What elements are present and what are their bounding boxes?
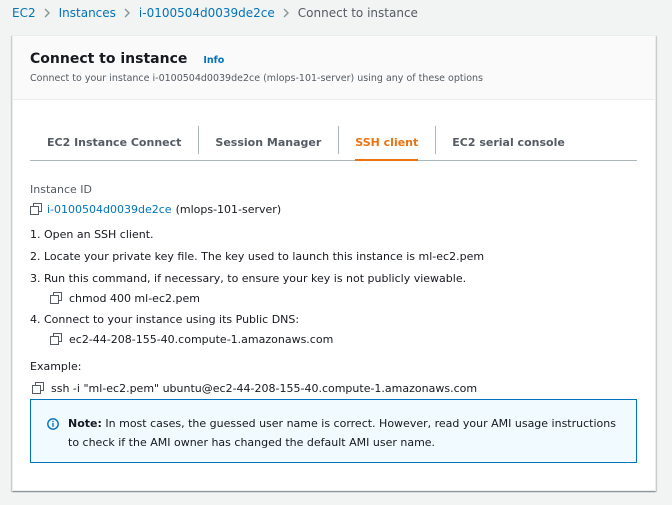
example-label: Example: xyxy=(30,360,82,373)
instance-id-row: i-0100504d0039de2ce (mlops-101-server) xyxy=(30,200,640,218)
tab-ec2-instance-connect[interactable]: EC2 Instance Connect xyxy=(30,124,198,160)
example-command: ssh -i "ml-ec2.pem" ubuntu@ec2-44-208-15… xyxy=(51,381,478,395)
chmod-command-row: chmod 400 ml-ec2.pem xyxy=(50,289,640,307)
connect-panel: Connect to instance Info Connect to your… xyxy=(12,35,656,491)
copy-icon[interactable] xyxy=(30,203,42,215)
copy-icon[interactable] xyxy=(50,333,62,345)
copy-icon[interactable] xyxy=(32,382,44,394)
page-subtitle: Connect to your instance i-0100504d0039d… xyxy=(30,73,484,84)
example-command-row: ssh -i "ml-ec2.pem" ubuntu@ec2-44-208-15… xyxy=(32,379,640,397)
note-text: Note: In most cases, the guessed user na… xyxy=(68,414,628,452)
step-3: 3. Run this command, if necessary, to en… xyxy=(30,272,467,285)
chevron-right-icon xyxy=(124,8,131,18)
tab-ssh-client[interactable]: SSH client xyxy=(338,124,435,161)
breadcrumb-link-instances[interactable]: Instances xyxy=(59,6,116,20)
step-2: 2. Locate your private key file. The key… xyxy=(30,250,485,263)
info-link[interactable]: Info xyxy=(203,55,224,66)
panel-header: Connect to instance Info Connect to your… xyxy=(13,36,655,100)
tab-ec2-serial-console[interactable]: EC2 serial console xyxy=(435,124,582,160)
instance-id-link[interactable]: i-0100504d0039de2ce xyxy=(47,203,172,216)
connection-tabs: EC2 Instance Connect Session Manager SSH… xyxy=(30,124,637,161)
breadcrumb-link-ec2[interactable]: EC2 xyxy=(12,6,36,20)
breadcrumb-link-instance-id[interactable]: i-0100504d0039de2ce xyxy=(139,6,275,20)
public-dns-row: ec2-44-208-155-40.compute-1.amazonaws.co… xyxy=(50,330,640,348)
copy-icon[interactable] xyxy=(50,292,62,304)
ssh-client-content: Instance ID i-0100504d0039de2ce (mlops-1… xyxy=(30,181,640,397)
info-circle-icon xyxy=(47,418,59,430)
tab-session-manager[interactable]: Session Manager xyxy=(198,124,338,160)
page-title: Connect to instance xyxy=(30,51,188,67)
breadcrumb: EC2 Instances i-0100504d0039de2ce Connec… xyxy=(12,4,418,22)
breadcrumb-current: Connect to instance xyxy=(297,6,418,20)
note-label: Note: xyxy=(68,417,102,430)
chmod-command: chmod 400 ml-ec2.pem xyxy=(69,291,200,305)
chevron-right-icon xyxy=(283,8,290,18)
title-row: Connect to instance Info xyxy=(30,51,224,67)
instance-name: (mlops-101-server) xyxy=(175,202,282,216)
note-alert: Note: In most cases, the guessed user na… xyxy=(30,399,637,463)
step-4: 4. Connect to your instance using its Pu… xyxy=(30,313,300,326)
step-1: 1. Open an SSH client. xyxy=(30,228,154,241)
chevron-right-icon xyxy=(44,8,51,18)
note-body: In most cases, the guessed user name is … xyxy=(68,417,616,449)
public-dns: ec2-44-208-155-40.compute-1.amazonaws.co… xyxy=(69,332,334,346)
instance-id-label: Instance ID xyxy=(30,183,92,196)
